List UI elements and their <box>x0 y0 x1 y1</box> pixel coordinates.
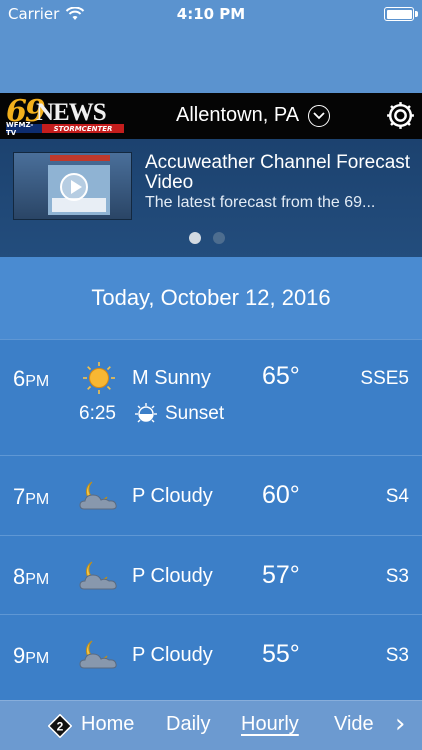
hour-time: 7PM <box>13 484 50 509</box>
location-label: Allentown, PA <box>176 104 300 126</box>
hour-temp: 55° <box>262 640 300 668</box>
hour-temp: 57° <box>262 561 300 589</box>
moon-cloud-icon <box>79 481 117 510</box>
battery-icon <box>384 7 418 21</box>
top-spacer <box>0 30 422 93</box>
notification-badge-icon[interactable]: 2 <box>48 714 72 738</box>
app-header: 69 NEWS WFMZ-TV STORMCENTER Allentown, P… <box>0 93 422 139</box>
hour-time: 8PM <box>13 564 50 589</box>
tab-bar: 2 Home Daily Hourly Vide › <box>0 700 422 750</box>
hour-wind: S3 <box>385 566 409 587</box>
hour-row[interactable]: 6PM M Sunny 65° SSE5 6:25 Sunset <box>0 339 422 455</box>
hour-condition: M Sunny <box>132 367 211 389</box>
hour-condition: P Cloudy <box>132 565 213 587</box>
location-selector[interactable]: Allentown, PA <box>176 104 331 127</box>
sun-icon <box>83 362 115 394</box>
hour-temp: 60° <box>262 481 300 509</box>
thumbnail-banner <box>50 155 110 161</box>
chevron-down-icon <box>308 104 331 127</box>
play-icon[interactable] <box>60 173 88 201</box>
tab-daily[interactable]: Daily <box>166 713 210 736</box>
hour-condition: P Cloudy <box>132 644 213 666</box>
gear-icon[interactable] <box>384 99 417 132</box>
sunset-label: Sunset <box>165 403 225 424</box>
video-thumbnail[interactable] <box>13 152 132 220</box>
hour-wind: SSE5 <box>360 368 409 389</box>
logo-news: NEWS <box>36 99 107 126</box>
sunset-icon <box>135 403 157 423</box>
page-dot-1[interactable] <box>189 232 201 244</box>
chevron-right-icon[interactable]: › <box>395 709 405 739</box>
clock: 4:10 PM <box>176 5 246 23</box>
hour-row[interactable]: 7PM P Cloudy 60° S4 <box>0 455 422 535</box>
promo-title: Accuweather Channel Forecast Video <box>145 152 411 193</box>
hour-row[interactable]: 8PM P Cloudy 57° S3 <box>0 535 422 614</box>
sunset-time: 6:25 <box>79 403 116 424</box>
logo-bar: WFMZ-TV STORMCENTER <box>6 121 124 137</box>
svg-text:2: 2 <box>57 720 64 734</box>
moon-cloud-icon <box>79 640 117 669</box>
hour-wind: S3 <box>385 645 409 666</box>
status-bar: Carrier 4:10 PM <box>0 0 422 30</box>
tab-video[interactable]: Vide <box>334 713 374 736</box>
hour-time: 9PM <box>13 643 50 668</box>
forecast-date: Today, October 12, 2016 <box>0 257 422 339</box>
video-promo[interactable]: Accuweather Channel Forecast Video The l… <box>0 139 422 257</box>
promo-subtitle: The latest forecast from the 69... <box>145 194 376 211</box>
logo-station: WFMZ-TV <box>6 121 42 137</box>
logo-brand: STORMCENTER <box>42 124 124 133</box>
hour-time: 6PM <box>13 366 50 391</box>
tab-hourly[interactable]: Hourly <box>241 713 299 736</box>
tab-home[interactable]: Home <box>81 713 134 736</box>
page-dot-2[interactable] <box>213 232 225 244</box>
hour-condition: P Cloudy <box>132 485 213 507</box>
hour-row[interactable]: 9PM P Cloudy 55° S3 <box>0 614 422 700</box>
station-logo[interactable]: 69 NEWS WFMZ-TV STORMCENTER <box>6 94 124 137</box>
hour-temp: 65° <box>262 362 300 390</box>
hour-wind: S4 <box>385 486 409 507</box>
moon-cloud-icon <box>79 561 117 590</box>
page-indicator[interactable] <box>189 232 225 244</box>
